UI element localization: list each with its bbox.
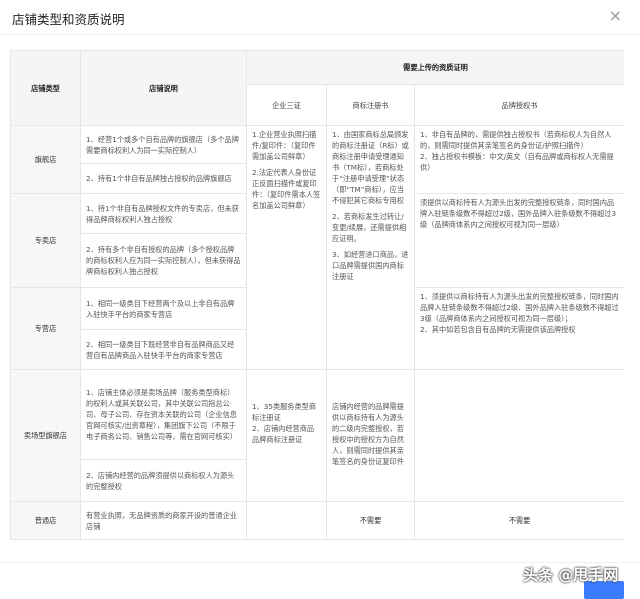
auth-flagship-item-1: 1、非自有品牌的，需提供独占授权书（若商标权人为自然人的，则需同时提供其亲笔签名…	[420, 130, 612, 150]
trademark-item-1: 1、由国家商标总局颁发的商标注册证（R标）或商标注册申请受理通知书（TM标），若…	[332, 130, 409, 205]
dialog-header: 店铺类型和资质说明 ×	[0, 0, 640, 35]
header-trademark-cert: 商标注册书	[326, 84, 415, 126]
general-auth-not-required: 不需要	[414, 501, 624, 540]
general-enterprise-certs	[246, 501, 327, 540]
header-enterprise-certs: 企业三证	[246, 84, 327, 126]
qualification-table-container: 店铺类型 店铺说明 需要上传的资质证明 企业三证 商标注册书 品牌授权书 旗舰店…	[10, 50, 624, 542]
general-desc: 有营业执照，无品牌资质的商家开设的普通企业店铺	[80, 501, 247, 540]
store-type-mall-flagship: 卖场型旗舰店	[10, 369, 81, 502]
enterprise-cert-item-1: 1.企业营业执照扫描件/复印件：（复印件需加盖公司鲜章）	[252, 130, 317, 161]
auth-mall-cell: 店铺内经营的品牌需提供以商标持有人为源头的二级内完整授权，若授权中的授权方为自然…	[326, 369, 415, 502]
auth-flagship-item-2: 2、独占授权书模板：中文/英文（自有品牌或商标权人无需提供）	[420, 152, 614, 172]
mall-flagship-desc-1: 1、店铺主体必须是卖场品牌（服务类型商标）的权利人或其关联公司，其中关联公司指总…	[80, 369, 247, 460]
trademark-item-3: 3、如经营进口商品，进口品牌需提供国内商标注册证	[332, 250, 409, 281]
header-store-type: 店铺类型	[10, 50, 81, 126]
exclusive-desc-2: 2、持有多个非自有授权的品牌（多个授权品牌的商标权利人应为同一实际控制人），但未…	[80, 233, 247, 288]
specialty-desc-2: 2、相同一级类目下既经营非自有品牌商品又经营自有品牌商品入驻快手平台的商家专营店	[80, 329, 247, 370]
qualification-table: 店铺类型 店铺说明 需要上传的资质证明 企业三证 商标注册书 品牌授权书 旗舰店…	[10, 50, 624, 540]
dialog-footer-divider	[0, 562, 640, 563]
auth-specialty-item-2: 2、其中如若包含自有品牌的无需提供该品牌授权	[420, 325, 576, 334]
store-type-exclusive: 专卖店	[10, 193, 81, 288]
header-required-docs: 需要上传的资质证明	[246, 50, 624, 85]
trademark-item-2: 2、若商标发生过转让/变更/续展，还需提供相应证明。	[332, 212, 407, 243]
table-row: 卖场型旗舰店 1、店铺主体必须是卖场品牌（服务类型商标）的权利人或其关联公司，其…	[10, 369, 625, 502]
auth-exclusive-cell: 须提供以商标持有人为源头出发的完整授权链条，同时国内品牌入驻链条级数不得超过2级…	[414, 193, 624, 288]
close-icon[interactable]: ×	[609, 6, 622, 25]
mall-flagship-desc-2: 2、店铺内经营的品牌须提供以商标权人为源头的完整授权	[80, 459, 247, 502]
store-type-specialty: 专营店	[10, 287, 81, 370]
trademark-cell: 1、由国家商标总局颁发的商标注册证（R标）或商标注册申请受理通知书（TM标），若…	[326, 125, 415, 370]
trademark-mall-item-1: 1、35类服务类型商标注册证	[252, 402, 317, 422]
enterprise-certs-cell: 1.企业营业执照扫描件/复印件：（复印件需加盖公司鲜章） 2.法定代表人身份证正…	[246, 125, 327, 370]
trademark-mall-cell: 1、35类服务类型商标注册证 2、店铺内经营商品品牌商标注册证	[246, 369, 327, 502]
exclusive-desc-1: 1、持1个非自有品牌授权文件的专卖店，但未获得品牌商标权利人独占授权	[80, 193, 247, 234]
table-header-row: 店铺类型 店铺说明 需要上传的资质证明	[10, 50, 624, 126]
auth-flagship-cell: 1、非自有品牌的，需提供独占授权书（若商标权人为自然人的，则需同时提供其亲笔签名…	[414, 125, 624, 194]
header-store-desc: 店铺说明	[80, 50, 247, 126]
specialty-desc-1: 1、相同一级类目下经营两个及以上非自有品牌入驻快手平台的商家专营店	[80, 287, 247, 330]
flagship-desc-1: 1、经营1个或多个自有品牌的旗舰店（多个品牌需要商标权利人为同一实际控制人）	[80, 125, 247, 164]
table-row: 旗舰店 1、经营1个或多个自有品牌的旗舰店（多个品牌需要商标权利人为同一实际控制…	[10, 125, 624, 370]
enterprise-cert-item-2: 2.法定代表人身份证正反面扫描件或复印件：（复印件需本人签名加盖公司鲜章）	[252, 168, 321, 210]
trademark-mall-item-2: 2、店铺内经营商品品牌商标注册证	[252, 424, 315, 444]
auth-specialty-cell: 1、须提供以商标持有人为源头出发的完整授权链条，同时国内品牌入驻链条级数不得超过…	[414, 287, 624, 370]
store-type-general: 普通店	[10, 501, 81, 540]
general-trademark-not-required: 不需要	[326, 501, 415, 540]
auth-mall-text: 店铺内经营的品牌需提供以商标持有人为源头的二级内完整授权，若授权中的授权方为自然…	[332, 402, 404, 466]
table-row: 普通店 有营业执照，无品牌资质的商家开设的普通企业店铺 不需要 不需要	[10, 501, 624, 540]
header-brand-auth: 品牌授权书	[414, 84, 624, 126]
watermark: 头条 @甩手网	[523, 566, 619, 584]
auth-specialty-item-1: 1、须提供以商标持有人为源头出发的完整授权链条，同时国内品牌入驻链条级数不得超过…	[420, 292, 619, 323]
dialog-title: 店铺类型和资质说明	[12, 12, 125, 27]
flagship-desc-2: 2、持有1个非自有品牌独占授权的品牌旗舰店	[80, 163, 247, 194]
store-type-flagship: 旗舰店	[10, 125, 81, 194]
